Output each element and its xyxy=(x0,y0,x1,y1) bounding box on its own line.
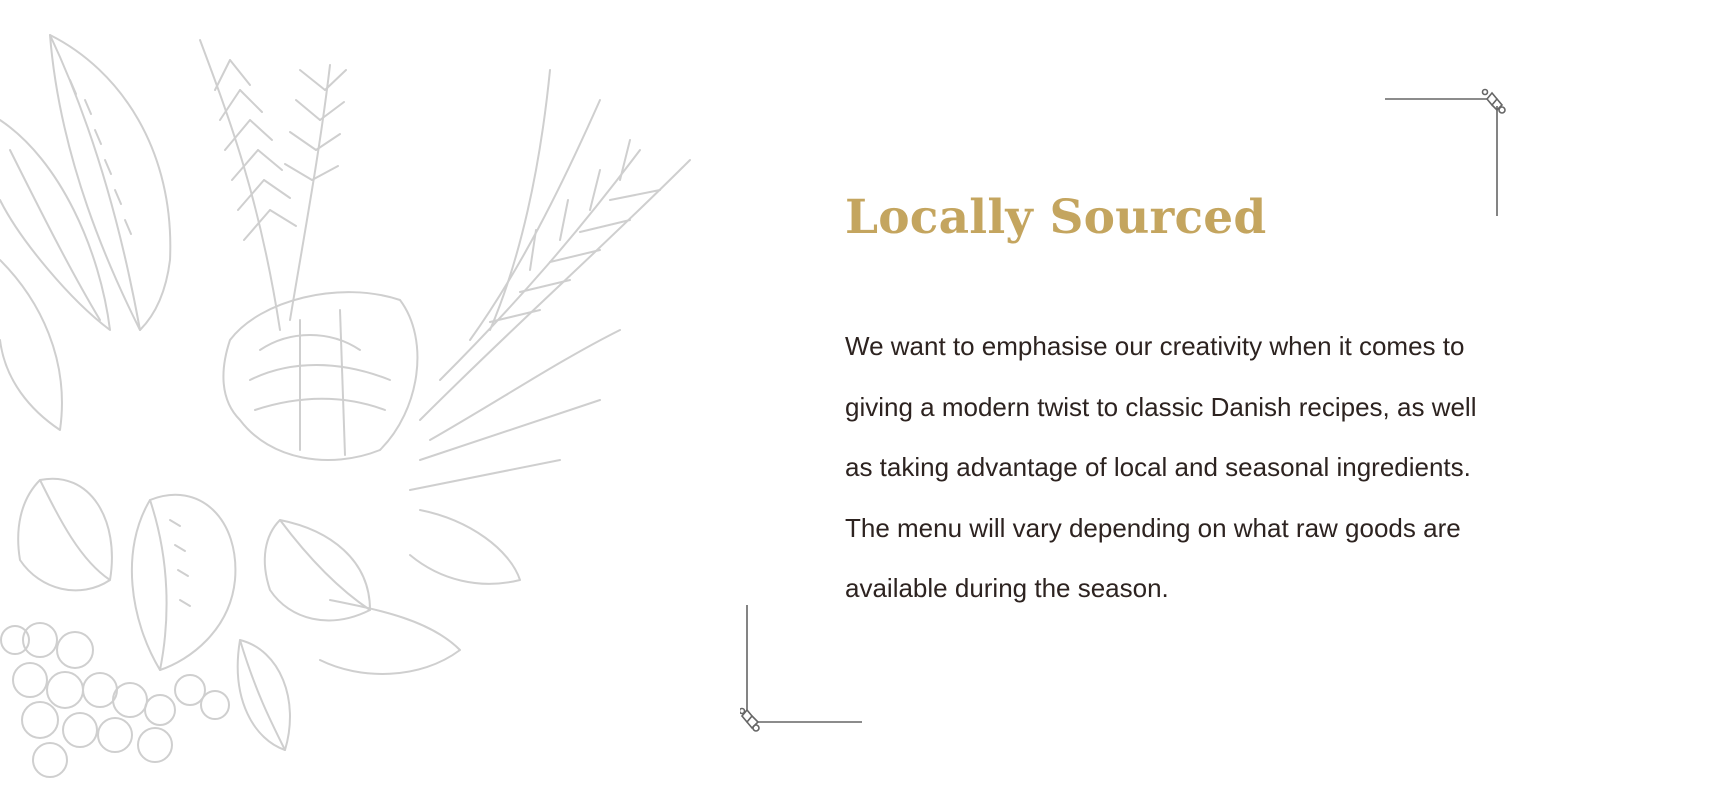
herb-bouquet-sketch-icon xyxy=(0,34,691,778)
content-block: Locally Sourced We want to emphasise our… xyxy=(845,180,1485,619)
herb-bouquet-illustration xyxy=(0,0,700,805)
corner-ornament-bottom-left xyxy=(740,605,880,735)
corner-ornament-icon xyxy=(740,605,862,732)
section-title: Locally Sourced xyxy=(845,190,1267,245)
section-body: We want to emphasise our creativity when… xyxy=(845,331,1477,603)
